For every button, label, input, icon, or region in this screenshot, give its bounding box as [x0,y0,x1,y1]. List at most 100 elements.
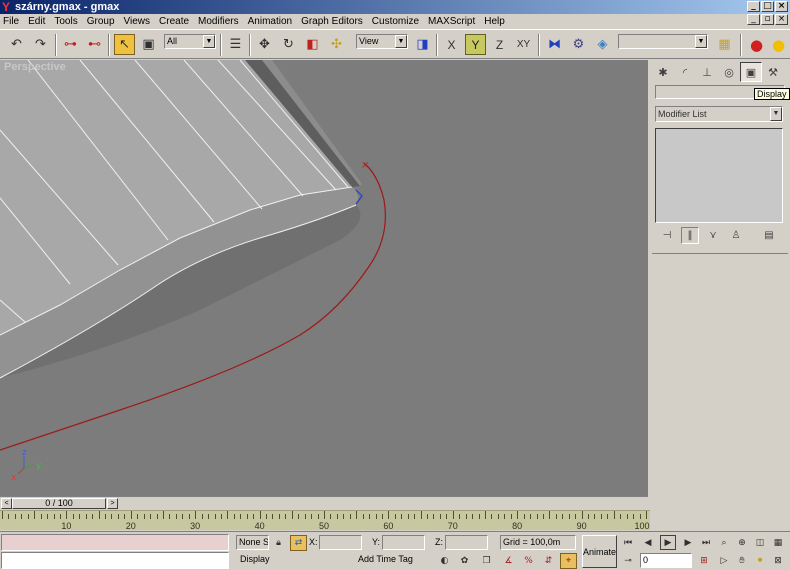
z-coord-input[interactable] [445,535,488,550]
menu-views[interactable]: Views [124,16,151,27]
doc-minimize-button[interactable]: _ [747,14,760,25]
absolute-mode-icon[interactable]: ⇄ [290,535,307,551]
field-of-view-icon[interactable]: ▷ [716,553,732,568]
minimize-button[interactable]: _ [747,1,760,12]
doc-close-button[interactable]: × [775,14,788,25]
x-coord-input[interactable] [319,535,362,550]
mirror-icon[interactable]: ⧓ [544,34,565,55]
menu-create[interactable]: Create [159,16,189,27]
zoom-all-icon[interactable]: ⊕ [734,535,750,550]
modifier-stack[interactable] [655,128,783,223]
play-icon[interactable]: ▶ [660,535,676,550]
modifier-list-dropdown[interactable]: Modifier List ▼ [655,106,783,122]
select-object-icon[interactable]: ↖ [114,34,135,55]
create-tab-icon[interactable]: ✱ [652,62,674,82]
menu-tools[interactable]: Tools [54,16,77,27]
hierarchy-tab-icon[interactable]: ⊥ [696,62,718,82]
snap-toggle-icon[interactable]: ⌖ [560,553,577,569]
undo-icon[interactable]: ↶ [6,34,27,55]
rotate-icon[interactable]: ↻ [278,34,299,55]
track-tick [472,514,474,519]
degradation-icon[interactable]: ✿ [456,553,473,569]
align-icon[interactable]: ⚙ [568,34,589,55]
axis-z-button[interactable]: Z [489,34,510,55]
time-prev-button[interactable]: < [1,498,12,509]
maxscript-listener-top[interactable] [1,534,229,551]
prev-frame-icon[interactable]: ◀ [640,535,656,550]
named-selection-dropdown[interactable]: ▼ [618,34,708,49]
pan-icon[interactable]: ✋︎ [734,553,750,568]
menu-customize[interactable]: Customize [372,16,419,27]
menu-graph-editors[interactable]: Graph Editors [301,16,363,27]
track-tick [588,514,590,519]
scale-icon[interactable]: ◧ [302,34,323,55]
modify-tab-icon[interactable]: ◜ [674,62,696,82]
lock-selection-icon[interactable]: 🔒︎ [270,535,287,551]
menu-edit[interactable]: Edit [28,16,45,27]
maximize-button[interactable]: □ [761,1,774,12]
svg-text:y: y [36,461,42,471]
make-unique-icon[interactable]: ⋎ [704,227,722,244]
menu-file[interactable]: File [3,16,19,27]
goto-start-icon[interactable]: ⏮ [620,535,636,550]
redo-icon[interactable]: ↷ [30,34,51,55]
goto-end-icon[interactable]: ⏭ [698,535,714,550]
perspective-viewport[interactable]: × y z x Perspective [0,60,648,496]
zoom-icon[interactable]: ⌕ [716,535,732,550]
percent-snap-icon[interactable]: % [520,553,537,569]
utilities-tab-icon[interactable]: ⚒ [762,62,784,82]
time-config-icon[interactable]: ⊞ [696,553,712,568]
menu-group[interactable]: Group [87,16,115,27]
region-select-icon[interactable]: ▣ [138,34,159,55]
layer-icon[interactable]: ▦ [714,34,735,55]
doc-restore-button[interactable]: ▫ [761,14,774,25]
menu-maxscript[interactable]: MAXScript [428,16,475,27]
track-bar[interactable]: 10 20 30 40 50 60 70 80 90 100 [0,510,650,531]
selection-lock-icon[interactable]: ◐ [436,553,453,569]
select-by-name-icon[interactable]: ☰ [225,34,246,55]
track-tick [600,514,602,519]
menu-animation[interactable]: Animation [248,16,292,27]
next-frame-icon[interactable]: ▶ [680,535,696,550]
show-end-result-icon[interactable]: ‖ [681,227,699,244]
axis-xy-button[interactable]: XY [513,34,534,55]
zoom-extents-icon[interactable]: ◫ [752,535,768,550]
configure-sets-icon[interactable]: ▤ [760,227,778,244]
viewport-label[interactable]: Perspective [4,61,66,73]
selection-filter-dropdown[interactable]: All ▼ [164,34,216,49]
current-frame-field[interactable]: 0 [640,553,692,568]
track-tick [510,514,512,519]
menu-modifiers[interactable]: Modifiers [198,16,239,27]
zoom-extents-all-icon[interactable]: ▦ [770,535,786,550]
spinner-snap-icon[interactable]: ⇵ [540,553,557,569]
add-time-tag[interactable]: Add Time Tag [355,553,431,568]
key-mode-icon[interactable]: ⊸ [620,553,636,568]
maximize-viewport-icon[interactable]: ⊠ [770,553,786,568]
material-editor-icon[interactable]: ● [746,34,767,55]
time-next-button[interactable]: > [107,498,118,509]
motion-tab-icon[interactable]: ◎ [718,62,740,82]
use-pivot-icon[interactable]: ◨ [412,34,433,55]
pin-stack-icon[interactable]: ⊣ [658,227,676,244]
arc-rotate-icon[interactable]: ⚫︎ [752,553,768,568]
axis-y-button[interactable]: Y [465,34,486,55]
angle-snap-icon[interactable]: ∡ [500,553,517,569]
track-tick [291,511,293,519]
close-button[interactable]: × [775,1,788,12]
move-icon[interactable]: ✥ [254,34,275,55]
menu-help[interactable]: Help [484,16,505,27]
display-tab-icon[interactable]: ▣ [740,62,762,82]
snap-icon[interactable]: ◈ [592,34,613,55]
y-coord-input[interactable] [382,535,425,550]
remove-modifier-icon[interactable]: ♙ [727,227,745,244]
select-link-icon[interactable]: ⊶ [60,34,81,55]
crossing-icon[interactable]: ❒ [478,553,495,569]
axis-x-button[interactable]: X [441,34,462,55]
unlink-icon[interactable]: ⊷ [84,34,105,55]
maxscript-listener-bottom[interactable] [1,552,229,569]
time-slider-thumb[interactable]: 0 / 100 [12,498,106,509]
ref-coord-dropdown[interactable]: View ▼ [356,34,408,49]
pivot-icon[interactable]: ✣ [326,34,347,55]
animate-button[interactable]: Animate [582,535,617,568]
render-icon[interactable]: ● [768,34,789,55]
